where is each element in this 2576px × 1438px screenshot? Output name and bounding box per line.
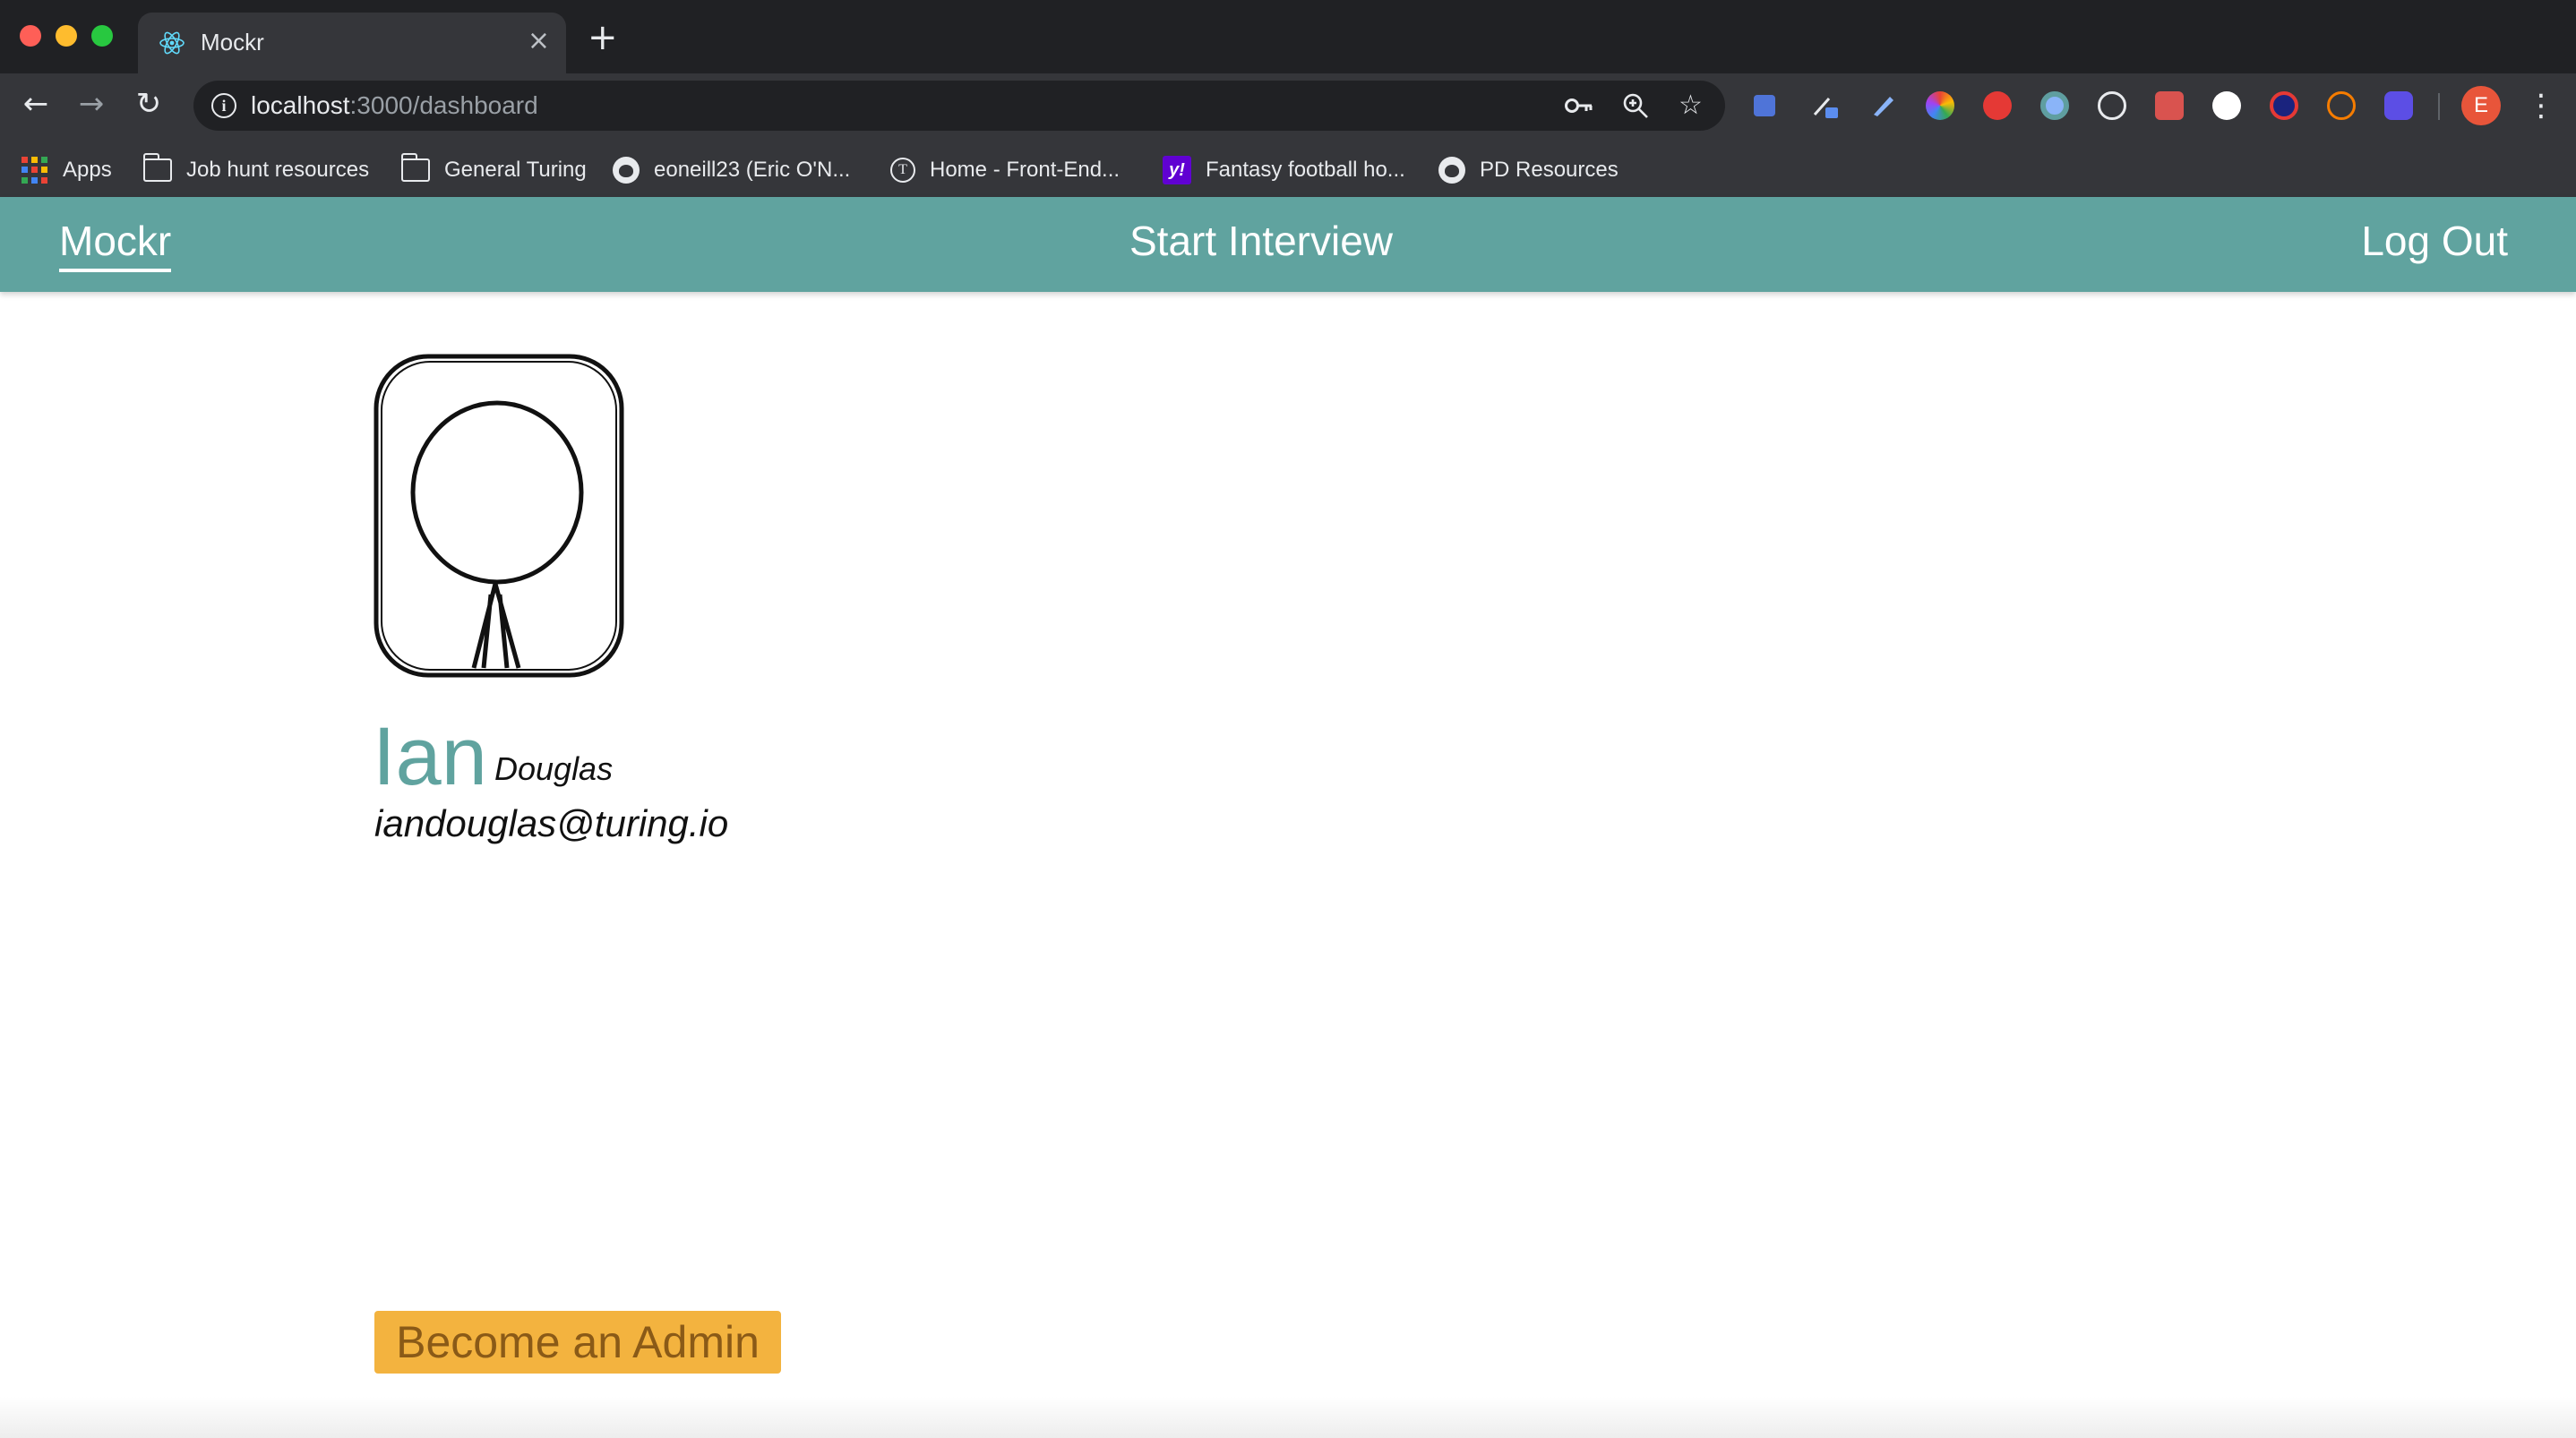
bookmark-label: eoneill23 (Eric O'N... — [654, 158, 851, 182]
zoom-icon[interactable] — [1621, 91, 1650, 120]
key-icon[interactable] — [1564, 93, 1594, 118]
bookmark-label: Apps — [63, 158, 112, 182]
turing-icon: T — [890, 158, 915, 183]
extension-1-icon[interactable] — [1754, 95, 1775, 116]
bookmark-apps[interactable]: Apps — [21, 152, 112, 188]
reload-icon[interactable]: ↻ — [131, 86, 167, 122]
url-text[interactable]: localhost:3000/dashboard — [251, 91, 538, 120]
bookmark-eoneill23[interactable]: eoneill23 (Eric O'N... — [613, 152, 850, 188]
bookmark-general-turing[interactable]: General Turing — [401, 152, 587, 188]
maximize-window-button[interactable] — [91, 25, 113, 47]
tab-strip: Mockr × + — [0, 0, 2576, 73]
extension-blue-icon[interactable] — [2270, 91, 2298, 120]
extension-purple-icon[interactable] — [2384, 91, 2413, 120]
github-icon — [1438, 157, 1465, 184]
extension-pen-icon[interactable] — [1811, 91, 1840, 120]
extension-circle-icon[interactable] — [2040, 91, 2069, 120]
start-interview-link[interactable]: Start Interview — [1129, 217, 1393, 265]
bookmark-job-hunt-resources[interactable]: Job hunt resources — [143, 152, 369, 188]
bookmark-label: General Turing — [444, 158, 587, 182]
user-email: iandouglas@turing.io — [374, 802, 729, 844]
close-tab-icon[interactable]: × — [528, 25, 550, 57]
bookmark-star-icon[interactable]: ☆ — [1679, 90, 1703, 122]
extension-stop-icon[interactable] — [1983, 91, 2012, 120]
bookmarks-bar: Apps Job hunt resources General Turing e… — [0, 143, 2576, 197]
bookmark-pd-resources[interactable]: PD Resources — [1438, 152, 1619, 188]
browser-chrome: Mockr × + ← → ↻ i localhost:3000/dashboa… — [0, 0, 2576, 197]
minimize-window-button[interactable] — [56, 25, 77, 47]
stick-figure-avatar-icon — [374, 354, 624, 678]
forward-arrow-icon[interactable]: → — [73, 86, 109, 122]
bookmark-home-front-end[interactable]: T Home - Front-End... — [890, 152, 1120, 188]
new-tab-button[interactable]: + — [588, 20, 618, 56]
toolbar-divider — [2438, 93, 2440, 120]
browser-menu-icon[interactable]: ⋮ — [2526, 86, 2556, 125]
extension-orange-icon[interactable] — [2327, 91, 2356, 120]
browser-tab[interactable]: Mockr × — [138, 13, 566, 73]
back-arrow-icon[interactable]: ← — [18, 86, 54, 122]
bookmark-label: Fantasy football ho... — [1206, 158, 1405, 182]
apps-grid-icon — [21, 157, 48, 184]
tab-title: Mockr — [201, 29, 264, 56]
bookmark-label: PD Resources — [1480, 158, 1619, 182]
extension-highlighter-icon[interactable] — [1868, 91, 1897, 120]
react-icon — [159, 31, 185, 55]
become-admin-button[interactable]: Become an Admin — [374, 1311, 781, 1374]
bookmark-fantasy-football[interactable]: y! Fantasy football ho... — [1163, 152, 1405, 188]
extension-target-icon[interactable] — [2098, 91, 2126, 120]
user-last-name: Douglas — [494, 750, 614, 787]
folder-icon — [143, 153, 172, 182]
app-navbar: Mockr Start Interview Log Out — [0, 197, 2576, 292]
address-bar[interactable]: i localhost:3000/dashboard ☆ — [193, 81, 1725, 131]
brand-home-link[interactable]: Mockr — [59, 217, 172, 272]
bookmark-label: Job hunt resources — [186, 158, 370, 182]
folder-icon — [401, 153, 430, 182]
extension-red-icon[interactable] — [2155, 91, 2184, 120]
page-bottom-shadow — [0, 1397, 2576, 1438]
user-first-name: Ian — [373, 711, 487, 802]
github-icon — [613, 157, 640, 184]
extension-white-icon[interactable] — [2212, 91, 2241, 120]
logout-link[interactable]: Log Out — [2361, 217, 2508, 265]
yahoo-icon: y! — [1163, 156, 1191, 184]
profile-avatar-button[interactable]: E — [2461, 86, 2501, 125]
site-info-icon[interactable]: i — [211, 93, 236, 118]
extension-color-icon[interactable] — [1926, 91, 1954, 120]
close-window-button[interactable] — [20, 25, 41, 47]
bookmark-label: Home - Front-End... — [930, 158, 1121, 182]
